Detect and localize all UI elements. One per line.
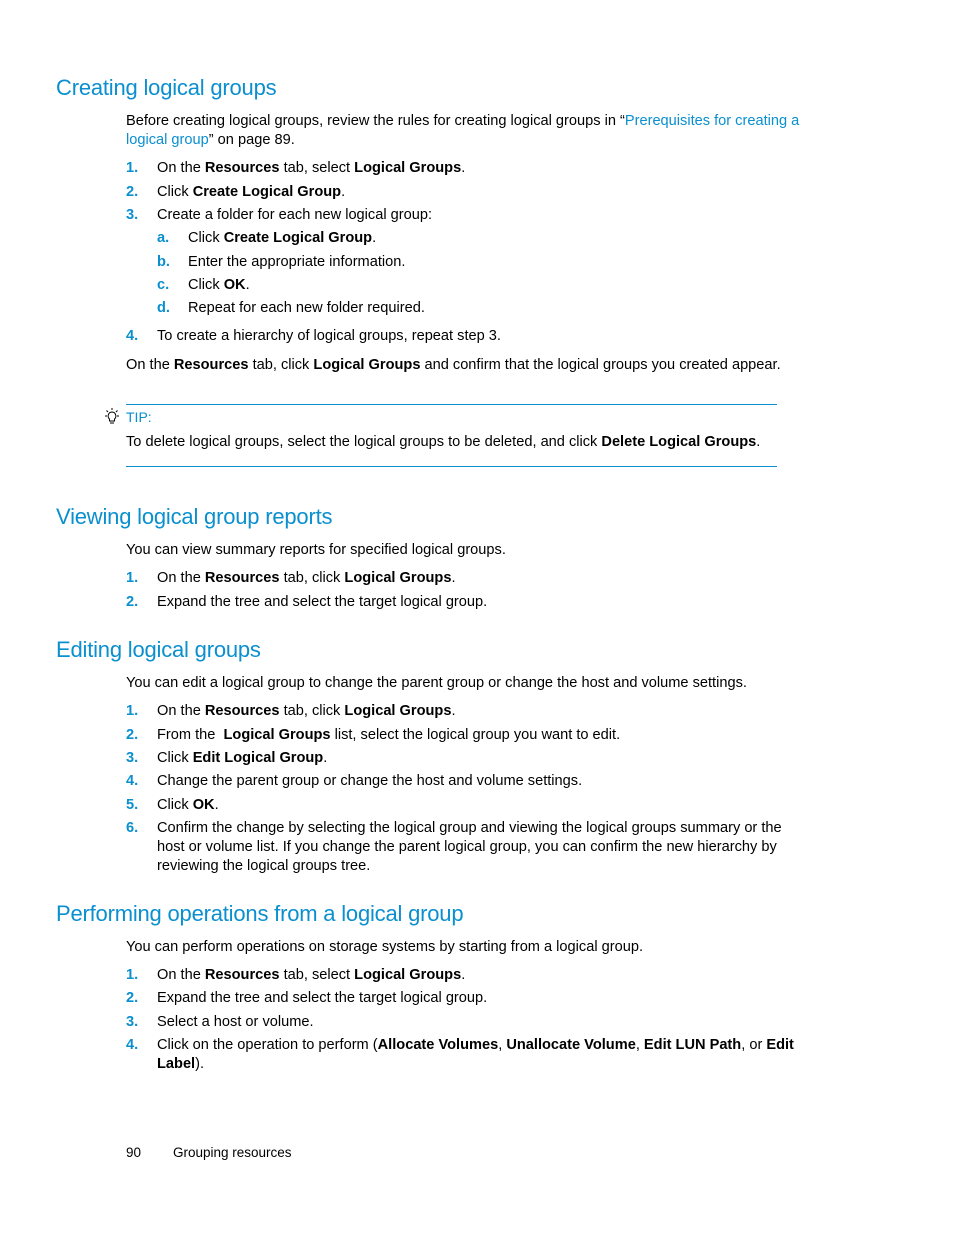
substep-letter: d. — [157, 300, 170, 316]
editing-step-5: 5. Click OK. — [126, 797, 219, 813]
performing-step-3: 3. Select a host or volume. — [126, 1014, 314, 1030]
creating-step-2: 2. Click Create Logical Group. — [126, 184, 346, 200]
step-number: 1. — [126, 160, 139, 176]
substep-letter: b. — [157, 254, 170, 270]
ui-term: OK — [223, 277, 246, 293]
editing-step-2: 2. From the Logical Groups list, select t… — [126, 727, 621, 743]
creating-substep-c: c. Click OK. — [157, 277, 250, 293]
step-number: 1. — [126, 967, 139, 983]
step-number: 3. — [126, 207, 139, 223]
tip-top-rule — [126, 404, 777, 405]
page-number: 90 — [126, 1145, 142, 1160]
ui-term: Resources — [204, 967, 280, 983]
step-number: 2. — [126, 594, 139, 610]
section-title-viewing: Viewing logical group reports — [56, 504, 333, 529]
ui-term: Delete Logical Groups — [601, 434, 757, 450]
ui-term: Logical Groups — [354, 967, 462, 983]
chapter-title: Grouping resources — [173, 1145, 292, 1160]
tip-bottom-rule — [126, 466, 777, 467]
creating-substep-b: b. Enter the appropriate information. — [157, 254, 406, 270]
intro-text-after: ” on page 89. — [208, 132, 295, 148]
step-number: 4. — [126, 328, 139, 344]
ui-term: Logical Groups — [344, 703, 452, 719]
step-number: 3. — [126, 750, 139, 766]
intro-text-before: Before creating logical groups, review t… — [126, 113, 625, 129]
step-number: 1. — [126, 570, 139, 586]
section-title-creating: Creating logical groups — [56, 75, 277, 100]
creating-closing: On the Resources tab, click Logical Grou… — [126, 357, 781, 373]
tip-label: TIP: — [126, 409, 152, 425]
editing-step-1: 1. On the Resources tab, click Logical Gr… — [126, 703, 456, 719]
ui-term: Allocate Volumes — [377, 1037, 499, 1053]
creating-substep-d: d. Repeat for each new folder required. — [157, 300, 425, 316]
step-number: 4. — [126, 773, 139, 789]
creating-substep-a: a. Click Create Logical Group. — [157, 230, 377, 246]
ui-term: Create Logical Group — [223, 230, 373, 246]
step-number: 3. — [126, 1014, 139, 1030]
ui-term: Edit LUN Path — [643, 1037, 742, 1053]
ui-term: Resources — [204, 570, 280, 586]
creating-step-4: 4. To create a hierarchy of logical group… — [126, 328, 501, 344]
performing-step-2: 2. Expand the tree and select the target … — [126, 990, 488, 1006]
lightbulb-icon — [105, 408, 119, 424]
performing-intro: You can perform operations on storage sy… — [126, 939, 643, 955]
step-number: 2. — [126, 990, 139, 1006]
creating-step-1: 1. On the Resources tab, select Logical G… — [126, 160, 466, 176]
ui-term: OK — [192, 797, 215, 813]
step-number: 6. — [126, 820, 139, 836]
performing-step-1: 1. On the Resources tab, select Logical G… — [126, 967, 466, 983]
ui-term: Edit Logical Group — [192, 750, 324, 766]
tip-text: To delete logical groups, select the log… — [126, 434, 761, 450]
section-title-editing: Editing logical groups — [56, 637, 261, 662]
step-number: 2. — [126, 184, 139, 200]
step-number: 2. — [126, 727, 139, 743]
ui-term: Logical Groups — [354, 160, 462, 176]
viewing-intro: You can view summary reports for specifi… — [126, 542, 506, 558]
editing-step-3: 3. Click Edit Logical Group. — [126, 750, 328, 766]
step-number: 5. — [126, 797, 139, 813]
step-number: 4. — [126, 1037, 139, 1053]
substep-letter: c. — [157, 277, 170, 293]
ui-term: Resources — [204, 160, 280, 176]
editing-step-4: 4. Change the parent group or change the … — [126, 773, 583, 789]
viewing-step-1: 1. On the Resources tab, click Logical Gr… — [126, 570, 456, 586]
creating-intro: Before creating logical groups, review t… — [126, 112, 806, 150]
step-number: 1. — [126, 703, 139, 719]
ui-term: Resources — [173, 357, 249, 373]
editing-step-6: 6. Confirm the change by selecting the lo… — [126, 820, 782, 874]
section-title-performing: Performing operations from a logical gro… — [56, 901, 464, 926]
performing-step-4: 4. Click on the operation to perform (All… — [126, 1037, 794, 1072]
ui-term: Create Logical Group — [192, 184, 342, 200]
ui-term: Logical Groups — [344, 570, 452, 586]
creating-step-3: 3. Create a folder for each new logical g… — [126, 207, 433, 223]
substep-letter: a. — [157, 230, 170, 246]
ui-term: Logical Groups — [223, 727, 331, 743]
ui-term: Resources — [204, 703, 280, 719]
viewing-step-2: 2. Expand the tree and select the target … — [126, 594, 488, 610]
editing-intro: You can edit a logical group to change t… — [126, 675, 747, 691]
ui-term: Logical Groups — [313, 357, 421, 373]
ui-term: Unallocate Volume — [506, 1037, 636, 1053]
